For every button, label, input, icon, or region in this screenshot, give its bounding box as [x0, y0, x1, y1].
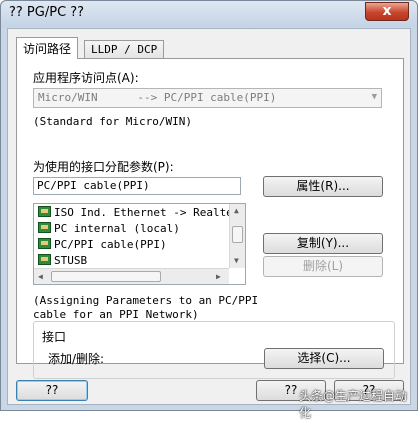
access-point-note: (Standard for Micro/WIN) [33, 115, 192, 128]
close-button[interactable]: x [365, 2, 409, 21]
dialog-client-area: 访问路径 LLDP / DCP 应用程序访问点(A): Micro/WIN --… [7, 28, 411, 405]
window-title: ?? PG/PC ?? [9, 5, 85, 20]
network-adapter-icon [38, 206, 51, 217]
scroll-left-icon[interactable]: ◀ [38, 272, 43, 281]
interface-listbox[interactable]: ISO Ind. Ethernet -> Realtek PC internal… [33, 203, 246, 285]
tab-panel: 应用程序访问点(A): Micro/WIN --> PC/PPI cable(P… [16, 58, 404, 379]
interface-param-value: PC/PPI cable(PPI) [37, 179, 150, 192]
close-icon: x [382, 3, 392, 19]
vertical-scroll-thumb[interactable] [232, 226, 243, 243]
delete-button[interactable]: 删除(L) [263, 256, 383, 277]
vertical-scrollbar[interactable]: ▲ ▼ [229, 204, 245, 268]
network-adapter-icon [38, 222, 51, 233]
horizontal-scroll-thumb[interactable] [51, 271, 161, 282]
description-line-2: cable for an PPI Network) [33, 308, 199, 321]
list-item[interactable]: PC internal (local) [38, 222, 180, 238]
interfaces-group-title: 接口 [42, 330, 67, 344]
access-point-label: 应用程序访问点(A): [33, 71, 139, 85]
network-adapter-icon [38, 254, 51, 265]
access-point-value: Micro/WIN --> PC/PPI cable(PPI) [38, 91, 277, 104]
list-item-selected[interactable]: PC/PPI cable(PPI) [38, 238, 167, 254]
interfaces-groupbox: 接口 添加/删除: 选择(C)... [33, 321, 395, 379]
chevron-down-icon: ▼ [371, 92, 377, 102]
list-item[interactable]: ISO Ind. Ethernet -> Realtek [38, 206, 239, 222]
title-bar[interactable]: ?? PG/PC ?? x [1, 1, 417, 27]
scroll-right-icon[interactable]: ▶ [216, 272, 221, 281]
add-remove-label: 添加/删除: [48, 352, 105, 366]
tab-access-path[interactable]: 访问路径 [16, 37, 79, 59]
tab-lldp-dcp[interactable]: LLDP / DCP [84, 40, 165, 59]
network-adapter-icon [38, 238, 51, 249]
interface-param-field[interactable]: PC/PPI cable(PPI) [33, 177, 241, 195]
scroll-down-icon[interactable]: ▼ [234, 256, 239, 265]
copy-button[interactable]: 复制(Y)... [263, 233, 383, 254]
ok-button[interactable]: ?? [16, 380, 88, 401]
params-label: 为使用的接口分配参数(P): [33, 160, 174, 174]
properties-button[interactable]: 属性(R)... [263, 176, 383, 197]
watermark: 头条@生产过程自动化 [299, 389, 408, 420]
dialog-window: ?? PG/PC ?? x 访问路径 LLDP / DCP 应用程序访问点(A)… [0, 0, 418, 420]
select-button[interactable]: 选择(C)... [264, 348, 384, 369]
horizontal-scrollbar[interactable]: ◀ ▶ [34, 268, 229, 284]
access-point-dropdown[interactable]: Micro/WIN --> PC/PPI cable(PPI) ▼ [33, 88, 382, 108]
scroll-up-icon[interactable]: ▲ [234, 206, 239, 215]
description-line-1: (Assigning Parameters to an PC/PPI [33, 294, 259, 307]
